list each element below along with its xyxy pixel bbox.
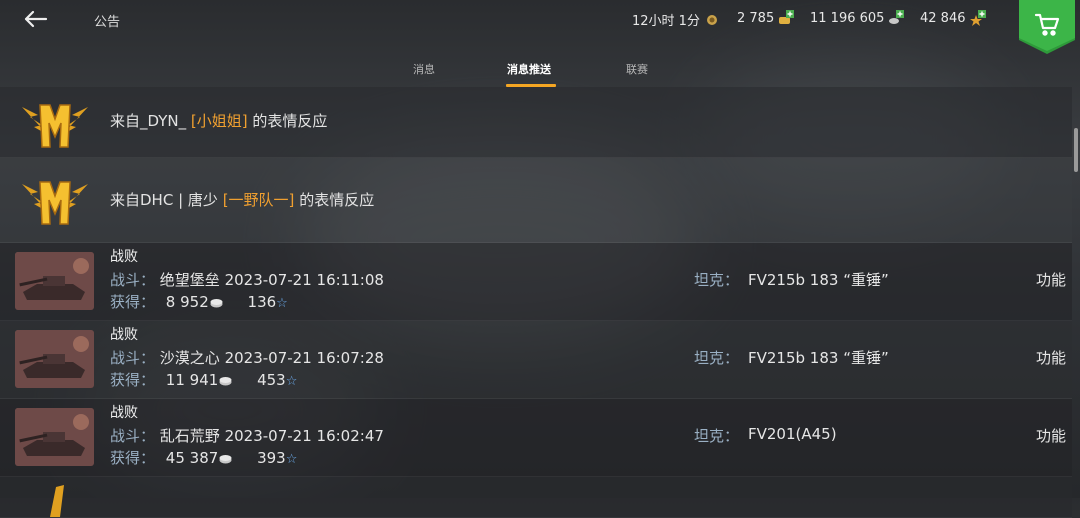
map-name: 沙漠之心 bbox=[159, 349, 220, 367]
credits-icon bbox=[219, 454, 232, 463]
battle-info: 战斗： 沙漠之心 2023-07-21 16:07:28 bbox=[110, 349, 384, 367]
tab-league[interactable]: 联赛 bbox=[626, 61, 648, 77]
m-badge-icon bbox=[50, 485, 64, 517]
message-list: 来自_DYN_ [小姐姐] 的表情反应 来自DHC | 唐少 [一野队一] 的表… bbox=[0, 87, 1072, 518]
battle-result-row[interactable]: 战败 战斗： 乱石荒野 2023-07-21 16:02:47 获得： 45 3… bbox=[0, 399, 1072, 477]
battle-earnings: 获得： 45 387 393☆ bbox=[110, 449, 298, 467]
battle-info: 战斗： 绝望堡垒 2023-07-21 16:11:08 bbox=[110, 271, 384, 289]
xp-star-icon: ☆ bbox=[285, 374, 298, 389]
tank-name: FV215b 183 “重锤” bbox=[748, 271, 889, 289]
tab-push-messages[interactable]: 消息推送 bbox=[507, 61, 551, 77]
reaction-text: 来自_DYN_ [小姐姐] 的表情反应 bbox=[110, 112, 328, 130]
battle-datetime: 2023-07-21 16:11:08 bbox=[224, 271, 384, 289]
reaction-message[interactable]: 来自_DYN_ [小姐姐] 的表情反应 bbox=[0, 87, 1072, 158]
function-button[interactable]: 功能 bbox=[1036, 425, 1066, 446]
xp-star-icon: ☆ bbox=[276, 296, 288, 311]
xp-star-plus-icon bbox=[969, 10, 986, 26]
free-xp-balance[interactable]: 42 846 bbox=[920, 10, 986, 26]
m-badge-icon bbox=[22, 104, 88, 148]
page-title: 公告 bbox=[94, 15, 121, 30]
m-badge-icon bbox=[22, 181, 88, 225]
credits-earned: 45 387 bbox=[165, 449, 219, 467]
top-bar: 公告 12小时 1分 2 785 11 196 605 42 846 bbox=[0, 0, 1080, 54]
credits-earned: 11 941 bbox=[165, 371, 219, 389]
credits-balance[interactable]: 11 196 605 bbox=[810, 10, 905, 26]
tank-name: FV215b 183 “重锤” bbox=[748, 349, 889, 367]
battle-result-row[interactable]: 战败 战斗： 沙漠之心 2023-07-21 16:07:28 获得： 11 9… bbox=[0, 321, 1072, 399]
function-button[interactable]: 功能 bbox=[1036, 347, 1066, 368]
tank-image-icon bbox=[15, 252, 94, 310]
battle-datetime: 2023-07-21 16:07:28 bbox=[224, 349, 384, 367]
battle-result: 战败 bbox=[110, 405, 138, 421]
battle-info: 战斗： 乱石荒野 2023-07-21 16:02:47 bbox=[110, 427, 384, 445]
shop-cart-button[interactable] bbox=[1019, 0, 1075, 54]
battle-earnings: 获得： 8 952 136☆ bbox=[110, 293, 288, 311]
tank-image-icon bbox=[15, 330, 94, 388]
credits-icon bbox=[219, 376, 232, 385]
tank-image-icon bbox=[15, 408, 94, 466]
premium-wreath-icon bbox=[706, 14, 717, 25]
battle-earnings: 获得： 11 941 453☆ bbox=[110, 371, 298, 389]
map-name: 绝望堡垒 bbox=[159, 271, 220, 289]
xp-star-icon: ☆ bbox=[285, 452, 298, 467]
xp-earned: 393 bbox=[257, 449, 286, 467]
battle-result: 战败 bbox=[110, 249, 138, 265]
gold-balance[interactable]: 2 785 bbox=[737, 10, 795, 26]
scrollbar[interactable] bbox=[1074, 128, 1078, 172]
map-name: 乱石荒野 bbox=[159, 427, 220, 445]
premium-timer[interactable]: 12小时 1分 bbox=[632, 10, 720, 29]
tank-thumbnail bbox=[15, 408, 94, 466]
clan-tag: [一野队一] bbox=[222, 191, 295, 209]
tank-name: FV201(A45) bbox=[748, 425, 837, 443]
credits-plus-icon bbox=[889, 10, 905, 24]
tank-thumbnail bbox=[15, 252, 94, 310]
battle-result: 战败 bbox=[110, 327, 138, 343]
clan-tag: [小姐姐] bbox=[190, 112, 248, 130]
credits-icon bbox=[210, 298, 223, 307]
xp-earned: 453 bbox=[257, 371, 286, 389]
battle-datetime: 2023-07-21 16:02:47 bbox=[224, 427, 384, 445]
back-arrow-icon[interactable] bbox=[22, 6, 48, 32]
gold-plus-icon bbox=[779, 10, 795, 24]
reaction-message[interactable]: 来自DHC | 唐少 [一野队一] 的表情反应 bbox=[0, 158, 1072, 243]
battle-result-row[interactable]: 战败 战斗： 绝望堡垒 2023-07-21 16:11:08 获得： 8 95… bbox=[0, 243, 1072, 321]
tank-thumbnail bbox=[15, 330, 94, 388]
tab-messages[interactable]: 消息 bbox=[413, 61, 435, 77]
reaction-text: 来自DHC | 唐少 [一野队一] 的表情反应 bbox=[110, 191, 375, 209]
credits-earned: 8 952 bbox=[165, 293, 209, 311]
xp-earned: 136 bbox=[247, 293, 277, 311]
function-button[interactable]: 功能 bbox=[1036, 269, 1066, 290]
